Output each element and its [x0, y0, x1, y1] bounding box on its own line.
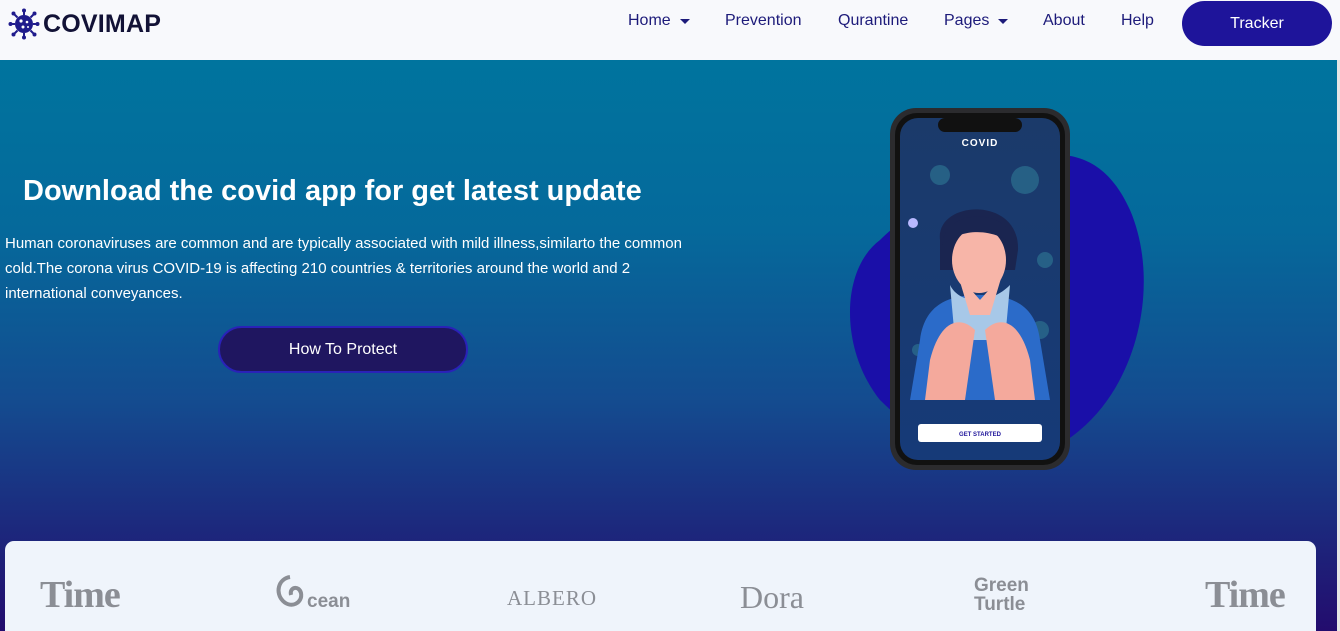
- svg-text:GET STARTED: GET STARTED: [959, 432, 1002, 438]
- svg-text:COVID: COVID: [962, 138, 999, 149]
- virus-icon: [8, 8, 40, 40]
- partner-logo-time-2[interactable]: Time: [1205, 573, 1286, 617]
- nav-pages[interactable]: Pages: [944, 11, 1009, 31]
- partner-logo-ocean[interactable]: cean: [273, 573, 350, 613]
- swirl-icon: [276, 575, 304, 607]
- phone-illustration: COVID GET STARTED: [850, 108, 1144, 470]
- nav-about-label: About: [1043, 12, 1085, 29]
- nav-about[interactable]: About: [1043, 11, 1085, 31]
- partner-logos: Time cean ALBERO Dora Green Turtle Time: [5, 541, 1316, 631]
- hero-title: Download the covid app for get latest up…: [23, 175, 642, 207]
- brand-name: COVIMAP: [43, 9, 162, 38]
- partner-logo-albero[interactable]: ALBERO: [507, 586, 597, 611]
- nav-qurantine-label: Qurantine: [838, 12, 909, 29]
- partner-logo-green-turtle[interactable]: Green Turtle: [974, 576, 1029, 614]
- partner-logo-dora[interactable]: Dora: [740, 579, 804, 616]
- tracker-button[interactable]: Tracker: [1182, 1, 1332, 46]
- nav-qurantine[interactable]: Qurantine: [838, 11, 908, 31]
- chevron-down-icon: [679, 19, 690, 24]
- partner-logo-ocean-text: cean: [307, 591, 351, 612]
- nav-pages-label: Pages: [944, 12, 990, 29]
- nav-help[interactable]: Help: [1121, 11, 1154, 31]
- chevron-down-icon: [998, 19, 1009, 24]
- nav-prevention[interactable]: Prevention: [725, 11, 802, 31]
- partner-logo-time[interactable]: Time: [40, 573, 121, 617]
- nav-prevention-label: Prevention: [725, 12, 802, 29]
- hero-description: Human coronaviruses are common and are t…: [5, 235, 682, 302]
- nav-home-label: Home: [628, 12, 671, 29]
- nav-home[interactable]: Home: [628, 11, 690, 31]
- nav-help-label: Help: [1121, 12, 1154, 29]
- how-to-protect-button[interactable]: How To Protect: [218, 326, 468, 373]
- navbar: COVIMAP Home Prevention Qurantine Pages …: [0, 0, 1340, 60]
- brand-logo[interactable]: COVIMAP: [8, 8, 161, 40]
